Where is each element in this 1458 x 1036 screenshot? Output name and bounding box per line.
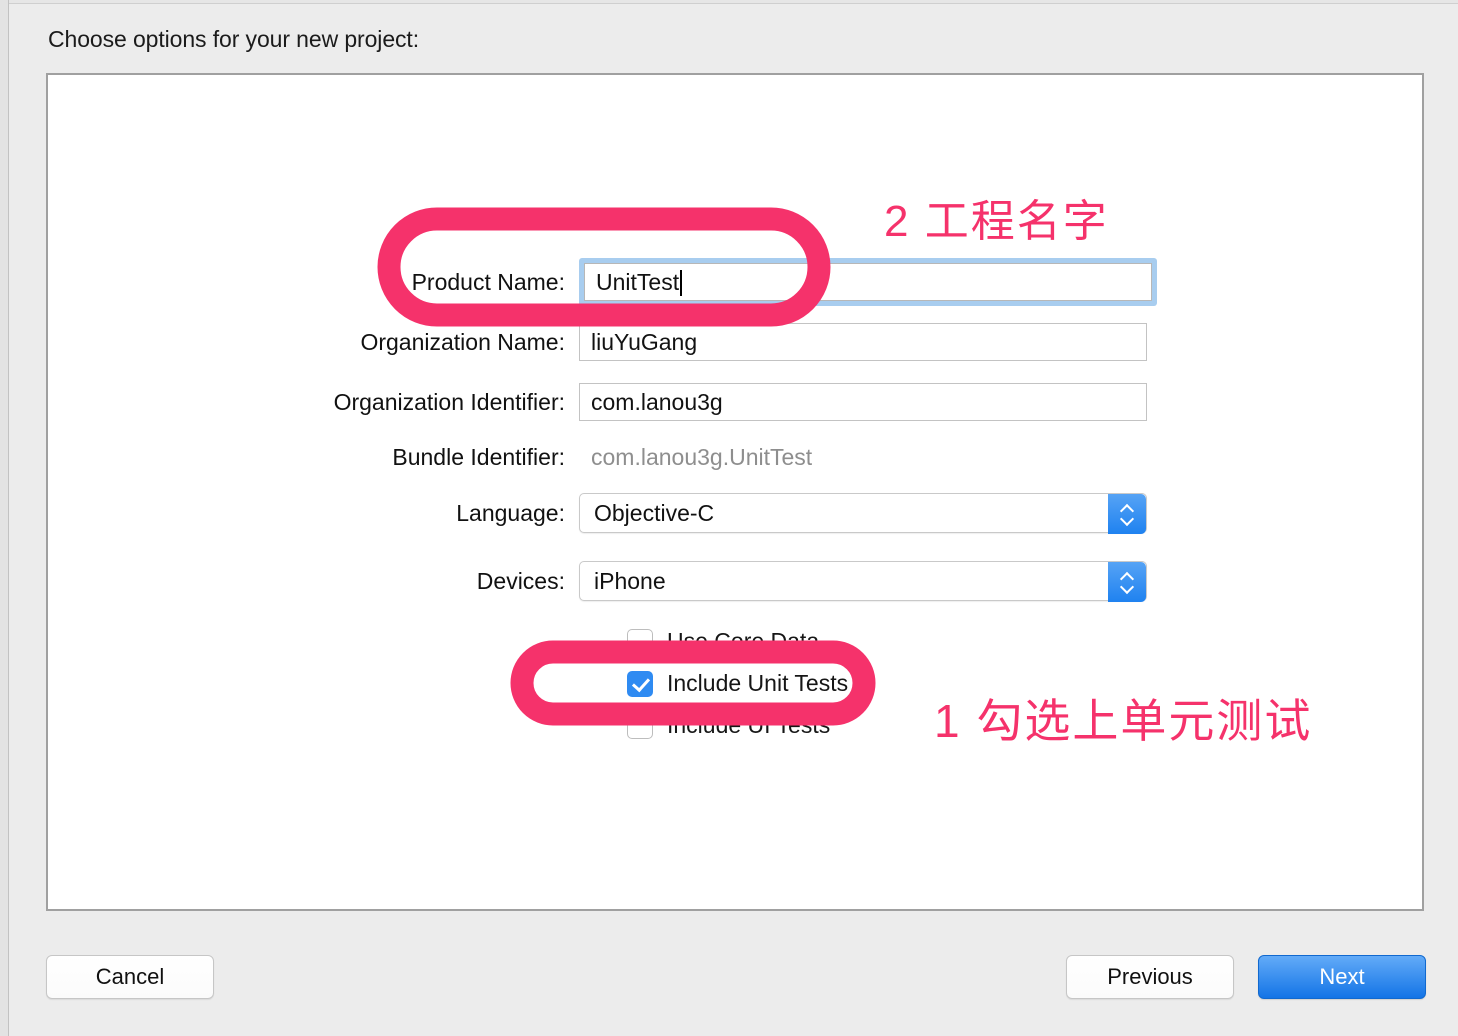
- devices-value: iPhone: [594, 567, 666, 594]
- checkbox-use-core-data[interactable]: Use Core Data: [627, 628, 819, 655]
- devices-label: Devices:: [476, 567, 565, 594]
- bundle-identifier-label: Bundle Identifier:: [392, 443, 565, 470]
- window-top-edge: [0, 0, 1458, 4]
- product-name-focus-ring: UnitTest: [579, 258, 1157, 306]
- chevron-down-icon: [1121, 583, 1134, 591]
- include-ui-tests-label: Include UI Tests: [667, 712, 831, 738]
- chevron-down-icon: [1121, 515, 1134, 523]
- devices-select[interactable]: iPhone: [579, 561, 1147, 602]
- form-row-product-name: Product Name: UnitTest: [48, 258, 1426, 306]
- organization-identifier-label: Organization Identifier:: [333, 388, 565, 415]
- window-left-edge: [0, 0, 9, 1036]
- checkbox-include-ui-tests[interactable]: Include UI Tests: [627, 712, 830, 739]
- new-project-options-dialog: Choose options for your new project: Pro…: [0, 0, 1458, 1036]
- organization-name-input[interactable]: liuYuGang: [579, 323, 1147, 361]
- previous-button[interactable]: Previous: [1066, 955, 1234, 999]
- checkbox-include-unit-tests[interactable]: Include Unit Tests: [627, 670, 848, 697]
- bundle-identifier-value: com.lanou3g.UnitTest: [591, 443, 813, 470]
- organization-name-label: Organization Name:: [360, 328, 565, 355]
- form-row-bundle-identifier: Bundle Identifier: com.lanou3g.UnitTest: [48, 437, 1426, 477]
- language-stepper[interactable]: [1108, 494, 1146, 534]
- product-name-value: UnitTest: [596, 268, 680, 295]
- language-label: Language:: [456, 499, 565, 526]
- annotation-label-unit-tests: 1 勾选上单元测试: [934, 695, 1313, 747]
- text-caret: [680, 270, 683, 296]
- organization-name-value: liuYuGang: [591, 328, 698, 355]
- form-row-organization-identifier: Organization Identifier: com.lanou3g: [48, 382, 1426, 422]
- organization-identifier-value: com.lanou3g: [591, 388, 723, 415]
- language-select[interactable]: Objective-C: [579, 493, 1147, 534]
- include-unit-tests-checkbox[interactable]: [627, 670, 653, 697]
- options-content-panel: Product Name: UnitTest Organization Name…: [46, 73, 1424, 911]
- organization-identifier-input[interactable]: com.lanou3g: [579, 383, 1147, 421]
- page-title: Choose options for your new project:: [48, 26, 419, 52]
- form-row-devices: Devices: iPhone: [48, 561, 1426, 602]
- include-ui-tests-checkbox[interactable]: [627, 712, 653, 739]
- include-unit-tests-label: Include Unit Tests: [667, 670, 849, 696]
- product-name-label: Product Name:: [411, 268, 565, 295]
- use-core-data-checkbox[interactable]: [627, 628, 653, 655]
- use-core-data-label: Use Core Data: [667, 628, 820, 654]
- next-button[interactable]: Next: [1258, 955, 1426, 999]
- cancel-button[interactable]: Cancel: [46, 955, 214, 999]
- product-name-input[interactable]: UnitTest: [584, 263, 1152, 301]
- form-row-organization-name: Organization Name: liuYuGang: [48, 322, 1426, 362]
- form-row-language: Language: Objective-C: [48, 493, 1426, 534]
- devices-stepper[interactable]: [1108, 562, 1146, 602]
- language-value: Objective-C: [594, 499, 715, 526]
- annotation-label-product-name: 2 工程名字: [884, 197, 1109, 246]
